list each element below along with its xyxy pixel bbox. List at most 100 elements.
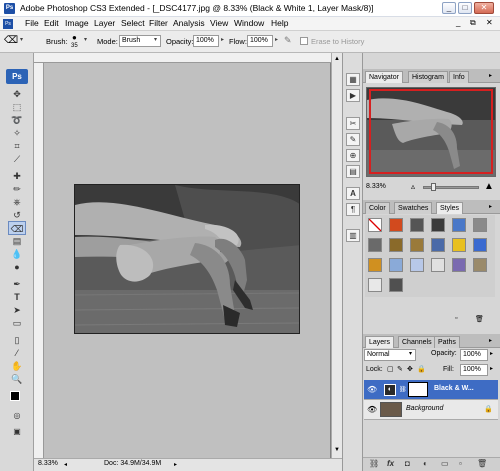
zoom-in-icon[interactable]: ▲ xyxy=(484,181,494,192)
gradient-tool-icon[interactable]: ▤ xyxy=(8,234,26,248)
hand-tool-icon[interactable]: ✋ xyxy=(8,359,26,373)
zoom-tool-icon[interactable]: 🔍 xyxy=(8,372,26,386)
eyedropper-tool-icon[interactable]: ⁄ xyxy=(8,346,26,360)
eraser-tool-icon[interactable]: ⌫ xyxy=(8,221,26,235)
minimize-button[interactable]: _ xyxy=(442,2,456,14)
flow-input[interactable]: 100% xyxy=(247,35,273,47)
doc-restore-button[interactable]: ⧉ xyxy=(470,18,476,28)
healing-brush-tool-icon[interactable]: ✚ xyxy=(8,169,26,183)
mask-icon[interactable]: ◘ xyxy=(405,459,410,468)
layer-name[interactable]: Black & W... xyxy=(434,385,474,392)
flow-slider-icon[interactable]: ▸ xyxy=(275,36,278,43)
brush-dropdown-icon[interactable]: ▾ xyxy=(84,36,87,43)
layer-mask-thumbnail[interactable] xyxy=(408,382,428,397)
maximize-button[interactable]: □ xyxy=(458,2,472,14)
character-panel-icon[interactable]: A xyxy=(346,187,360,200)
slice-tool-icon[interactable]: ⟋ xyxy=(8,152,26,166)
menu-image[interactable]: Image xyxy=(65,18,89,28)
erase-to-history-checkbox[interactable] xyxy=(300,37,308,45)
history-panel-icon[interactable]: ▦ xyxy=(346,73,360,86)
style-swatch[interactable] xyxy=(410,218,424,232)
layer-name[interactable]: Background xyxy=(406,405,443,412)
doc-minimize-button[interactable]: _ xyxy=(456,18,460,27)
airbrush-icon[interactable]: ✎ xyxy=(284,35,292,46)
tool-preset-dropdown-icon[interactable]: ▾ xyxy=(20,36,23,43)
history-brush-tool-icon[interactable]: ↺ xyxy=(8,208,26,222)
layer-row-background[interactable]: 👁 Background 🔒 xyxy=(364,400,498,420)
path-selection-tool-icon[interactable]: ➤ xyxy=(8,303,26,317)
menu-analysis[interactable]: Analysis xyxy=(173,18,205,28)
layer-row-black-white[interactable]: 👁 ◐ ⛓ Black & W... xyxy=(364,380,498,400)
paragraph-panel-icon[interactable]: ¶ xyxy=(346,203,360,216)
blur-tool-icon[interactable]: 💧 xyxy=(8,247,26,261)
screen-mode-icon[interactable]: ▣ xyxy=(8,425,26,439)
panel-menu-icon[interactable]: ▸ xyxy=(489,72,492,79)
style-swatch[interactable] xyxy=(431,218,445,232)
vertical-scrollbar[interactable]: ▲ ▼ xyxy=(331,53,342,458)
fill-slider-icon[interactable]: ▸ xyxy=(490,365,493,372)
clone-source-panel-icon[interactable]: ⊕ xyxy=(346,149,360,162)
style-swatch[interactable] xyxy=(389,258,403,272)
opacity-input[interactable]: 100% xyxy=(193,35,219,47)
tool-presets-panel-icon[interactable]: ✂ xyxy=(346,117,360,130)
menu-view[interactable]: View xyxy=(210,18,228,28)
tab-color[interactable]: Color xyxy=(365,202,390,214)
new-layer-icon[interactable]: ▫ xyxy=(459,459,462,468)
navigator-thumbnail[interactable] xyxy=(366,87,496,177)
status-menu-icon[interactable]: ◂ xyxy=(64,461,67,468)
layers-menu-icon[interactable]: ▸ xyxy=(489,337,492,344)
menu-file[interactable]: File xyxy=(25,18,39,28)
menu-window[interactable]: Window xyxy=(234,18,264,28)
navigator-zoom[interactable]: 8.33% xyxy=(366,183,386,190)
style-swatch[interactable] xyxy=(389,218,403,232)
dodge-tool-icon[interactable]: ● xyxy=(8,260,26,274)
style-swatch[interactable] xyxy=(410,238,424,252)
status-arrow-icon[interactable]: ▸ xyxy=(174,461,177,468)
style-swatch[interactable] xyxy=(452,218,466,232)
visibility-eye-icon[interactable]: 👁 xyxy=(367,385,377,394)
doc-close-button[interactable]: ✕ xyxy=(486,18,493,27)
notes-tool-icon[interactable]: ▯ xyxy=(8,333,26,347)
layer-comps-panel-icon[interactable]: ▤ xyxy=(346,165,360,178)
trash-icon[interactable]: 🗑 xyxy=(477,459,487,468)
folder-icon[interactable]: ▭ xyxy=(441,459,449,468)
style-swatch[interactable] xyxy=(431,238,445,252)
lock-position-icon[interactable]: ✥ xyxy=(407,365,413,373)
style-swatch[interactable] xyxy=(389,238,403,252)
document-icon[interactable]: Ps xyxy=(3,19,13,29)
scroll-down-icon[interactable]: ▼ xyxy=(333,446,341,454)
fx-icon[interactable]: fx xyxy=(387,459,394,468)
close-button[interactable]: ✕ xyxy=(474,2,494,14)
menu-select[interactable]: Select xyxy=(121,18,145,28)
link-icon[interactable]: ⛓ xyxy=(369,459,379,468)
layer-opacity-slider-icon[interactable]: ▸ xyxy=(490,350,493,357)
style-swatch[interactable] xyxy=(368,258,382,272)
delete-style-icon[interactable]: 🗑 xyxy=(475,315,484,323)
blend-mode-dropdown-icon[interactable]: ▾ xyxy=(409,350,412,357)
zoom-slider-handle[interactable] xyxy=(431,183,436,191)
styles-menu-icon[interactable]: ▸ xyxy=(489,203,492,210)
marquee-tool-icon[interactable]: ⬚ xyxy=(8,100,26,114)
menu-edit[interactable]: Edit xyxy=(44,18,59,28)
measurement-panel-icon[interactable]: ▥ xyxy=(346,229,360,242)
tab-styles[interactable]: Styles xyxy=(436,202,464,214)
brush-preview-icon[interactable]: ● xyxy=(72,33,77,42)
chain-link-icon[interactable]: ⛓ xyxy=(399,386,407,393)
tab-channels[interactable]: Channels xyxy=(398,336,436,348)
tab-info[interactable]: Info xyxy=(449,71,469,83)
tab-swatches[interactable]: Swatches xyxy=(394,202,433,214)
style-swatch[interactable] xyxy=(368,218,382,232)
crop-tool-icon[interactable]: ⌗ xyxy=(8,139,26,153)
style-swatch[interactable] xyxy=(431,258,445,272)
quick-mask-icon[interactable]: ◎ xyxy=(8,409,26,423)
document-image[interactable] xyxy=(74,184,300,334)
opacity-slider-icon[interactable]: ▸ xyxy=(221,36,224,43)
foreground-color-swatch[interactable] xyxy=(10,391,20,401)
magic-wand-tool-icon[interactable]: ✧ xyxy=(8,126,26,140)
clone-stamp-tool-icon[interactable]: ⎈ xyxy=(8,195,26,209)
menu-help[interactable]: Help xyxy=(271,18,288,28)
tab-navigator[interactable]: Navigator xyxy=(365,71,403,83)
layer-opacity-input[interactable]: 100% xyxy=(460,349,488,361)
menu-layer[interactable]: Layer xyxy=(94,18,115,28)
navigator-view-box[interactable] xyxy=(369,89,493,174)
